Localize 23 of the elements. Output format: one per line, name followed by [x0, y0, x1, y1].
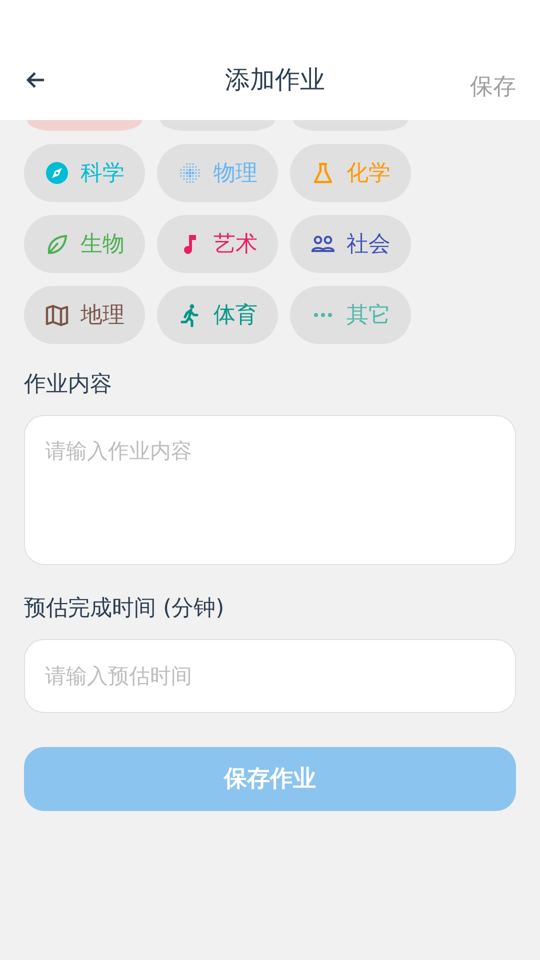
- subject-chip[interactable]: [27, 120, 142, 131]
- subject-chip[interactable]: [160, 120, 275, 131]
- subject-chip[interactable]: 科学: [24, 144, 145, 202]
- save-link[interactable]: 保存: [470, 70, 516, 104]
- subject-chip[interactable]: 地理: [24, 286, 145, 344]
- subject-chip[interactable]: 其它: [290, 286, 411, 344]
- subject-chip[interactable]: 体育: [157, 286, 278, 344]
- subject-chip[interactable]: 生物: [24, 215, 145, 273]
- compass-icon: [44, 161, 68, 185]
- runner-icon: [178, 303, 202, 327]
- subject-chip[interactable]: 社会: [290, 215, 411, 273]
- subject-chip[interactable]: 化学: [290, 144, 411, 202]
- field-label: 预估完成时间 (分钟): [24, 595, 226, 623]
- subject-chip[interactable]: [293, 120, 408, 131]
- dot-grid-icon: [178, 161, 202, 185]
- page-title: 添加作业: [224, 64, 326, 96]
- content-field[interactable]: 请输入作业内容: [24, 415, 516, 565]
- subject-chip[interactable]: 艺术: [157, 215, 278, 273]
- field-label: 作业内容: [24, 371, 113, 399]
- map-icon: [44, 303, 68, 327]
- time-field[interactable]: 请输入预估时间: [24, 639, 516, 713]
- subject-chip[interactable]: 物理: [157, 144, 278, 202]
- save-homework-button[interactable]: 保存作业: [24, 747, 516, 811]
